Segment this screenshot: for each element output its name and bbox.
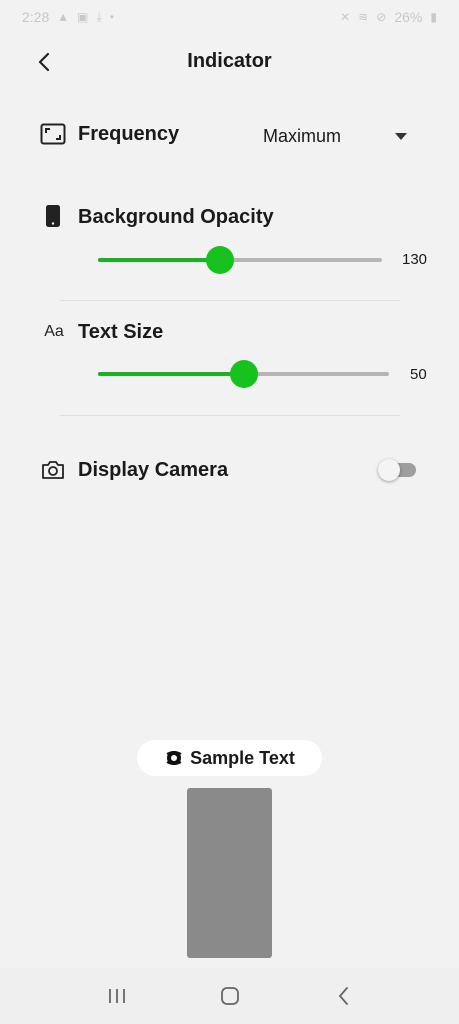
dropdown-arrow-icon xyxy=(395,132,407,140)
divider xyxy=(60,300,400,301)
text-size-icon: Aa xyxy=(44,323,64,340)
preview-box xyxy=(187,788,272,958)
wifi-icon: ≋ xyxy=(358,10,369,24)
header: Indicator xyxy=(0,40,459,86)
indicator-screen: 2:28 ▲ ▣ ⤓ • ✕ ≋ ⊘ 26% ▮ Indicator Frequ… xyxy=(0,0,459,1024)
home-button[interactable] xyxy=(210,976,250,1016)
slider-fill xyxy=(98,258,221,262)
mute-icon: ✕ xyxy=(340,10,351,24)
background-opacity-label: Background Opacity xyxy=(78,206,274,228)
status-left: 2:28 ▲ ▣ ⤓ • xyxy=(22,9,114,25)
camera-icon xyxy=(39,456,67,484)
status-bar: 2:28 ▲ ▣ ⤓ • ✕ ≋ ⊘ 26% ▮ xyxy=(0,0,459,34)
sample-text-chip: Sample Text xyxy=(137,740,322,776)
download-icon: ⤓ xyxy=(96,9,102,24)
dot-icon: • xyxy=(109,10,114,24)
recent-apps-icon xyxy=(108,989,125,1003)
toggle-thumb xyxy=(378,459,400,481)
display-camera-toggle[interactable] xyxy=(378,459,418,481)
sample-text: Sample Text xyxy=(190,747,295,768)
no-signal-icon: ⊘ xyxy=(376,10,387,24)
background-opacity-value: 130 xyxy=(402,251,428,268)
frequency-row: Frequency Maximum xyxy=(0,116,459,156)
frequency-value: Maximum xyxy=(263,125,342,146)
frequency-label: Frequency xyxy=(78,123,180,145)
background-opacity-slider[interactable] xyxy=(98,246,382,274)
slider-fill xyxy=(98,372,244,376)
status-right: ✕ ≋ ⊘ 26% ▮ xyxy=(340,9,437,25)
divider xyxy=(60,415,400,416)
text-size-value: 50 xyxy=(410,366,427,383)
text-size-row: Aa Text Size 50 xyxy=(0,316,459,406)
sample-logo-icon xyxy=(166,751,182,765)
recent-apps-button[interactable] xyxy=(97,976,137,1016)
warning-icon: ▲ xyxy=(57,10,70,24)
status-time: 2:28 xyxy=(22,9,50,25)
background-opacity-row: Background Opacity 130 xyxy=(0,200,459,290)
slider-thumb[interactable] xyxy=(206,246,235,274)
gallery-icon: ▣ xyxy=(77,10,89,24)
text-size-label: Text Size xyxy=(78,321,164,343)
slider-thumb[interactable] xyxy=(229,360,258,388)
battery-level: 26% xyxy=(394,9,423,25)
phone-icon xyxy=(39,202,67,230)
page-title: Indicator xyxy=(187,50,272,72)
back-arrow-icon xyxy=(338,987,348,1005)
display-camera-row: Display Camera xyxy=(0,452,459,492)
nav-back-button[interactable] xyxy=(323,976,363,1016)
frequency-dropdown[interactable]: Maximum xyxy=(263,122,413,150)
navigation-bar xyxy=(0,968,459,1024)
text-size-slider[interactable] xyxy=(98,360,389,388)
battery-icon: ▮ xyxy=(430,10,437,24)
home-icon xyxy=(220,987,239,1005)
frame-icon xyxy=(39,120,67,148)
display-camera-label: Display Camera xyxy=(78,459,229,481)
